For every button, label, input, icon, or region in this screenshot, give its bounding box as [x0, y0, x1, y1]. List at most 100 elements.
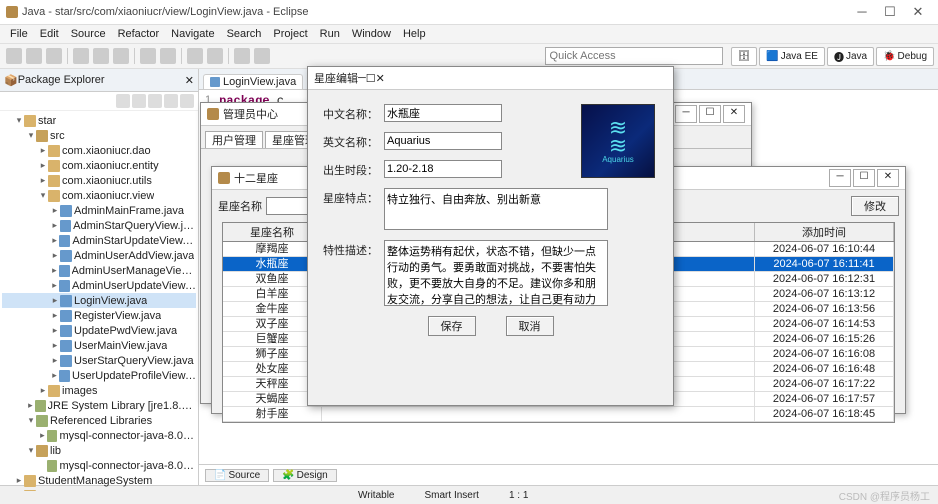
menu-project[interactable]: Project	[267, 28, 313, 40]
tree-node[interactable]: ▸UserUpdateProfileView.java	[2, 368, 196, 383]
window-controls: ─ ☐ ✕	[848, 4, 932, 20]
java-icon	[207, 108, 219, 120]
maximize-button[interactable]: ☐	[876, 4, 904, 20]
sign-image: ≋ ≋ Aquarius	[581, 104, 655, 178]
signs-close-button[interactable]: ✕	[877, 169, 899, 187]
collapse-icon[interactable]	[116, 94, 130, 108]
menu-help[interactable]: Help	[397, 28, 432, 40]
tree-node[interactable]: ▾com.xiaoniucr.view	[2, 188, 196, 203]
dlg-min-button[interactable]: ─	[358, 72, 366, 84]
link-icon[interactable]	[132, 94, 146, 108]
tree-node[interactable]: ▸UserMainView.java	[2, 338, 196, 353]
new-package-icon[interactable]	[140, 48, 156, 64]
tree-node[interactable]: ▾src	[2, 128, 196, 143]
menu-edit[interactable]: Edit	[34, 28, 65, 40]
tree-node[interactable]: ▸com.xiaoniucr.dao	[2, 143, 196, 158]
dlg-max-button[interactable]: ☐	[366, 72, 376, 85]
lbl-cn: 中文名称：	[322, 104, 384, 122]
nav-fwd-icon[interactable]	[254, 48, 270, 64]
tree-node[interactable]: ▸com.xiaoniucr.utils	[2, 173, 196, 188]
search-icon[interactable]	[207, 48, 223, 64]
view-menu-icon[interactable]	[148, 94, 162, 108]
tree-node[interactable]: mysql-connector-java-8.0.25.jar	[2, 458, 196, 473]
tree-node[interactable]: ▸LoginView.java	[2, 293, 196, 308]
tree-node[interactable]: ▸RegisterView.java	[2, 308, 196, 323]
table-row[interactable]: 射手座2024-06-07 16:18:45	[223, 407, 894, 422]
menu-search[interactable]: Search	[221, 28, 268, 40]
watermark: CSDN @程序员杨工	[839, 488, 930, 503]
menu-run[interactable]: Run	[314, 28, 346, 40]
menu-navigate[interactable]: Navigate	[165, 28, 220, 40]
tree-node[interactable]: ▸AdminStarQueryView.java	[2, 218, 196, 233]
input-trait[interactable]	[384, 188, 608, 230]
admin-min-button[interactable]: ─	[675, 105, 697, 123]
tree-node[interactable]: ▸UserStarQueryView.java	[2, 353, 196, 368]
menu-source[interactable]: Source	[65, 28, 112, 40]
minimize-button[interactable]: ─	[848, 4, 876, 20]
view-close-icon[interactable]: ✕	[185, 74, 194, 87]
admin-max-button[interactable]: ☐	[699, 105, 721, 123]
tree-node[interactable]: ▸AdminUserAddView.java	[2, 248, 196, 263]
signs-min-button[interactable]: ─	[829, 169, 851, 187]
lbl-trait: 星座特点：	[322, 188, 384, 206]
save-icon[interactable]	[26, 48, 42, 64]
lbl-en: 英文名称：	[322, 132, 384, 150]
star-edit-dialog: 星座编辑 ─ ☐ ✕ ≋ ≋ Aquarius 中文名称： 英文名称： 出生时段…	[307, 66, 674, 406]
tree-node[interactable]: ▸mysql-connector-java-8.0.25.jar	[2, 428, 196, 443]
tab-user-manage[interactable]: 用户管理	[205, 131, 263, 148]
cancel-button[interactable]: 取消	[506, 316, 554, 336]
signs-max-button[interactable]: ☐	[853, 169, 875, 187]
open-perspective-button[interactable]: 🗄	[731, 47, 758, 66]
menubar: File Edit Source Refactor Navigate Searc…	[0, 25, 938, 44]
tree-node[interactable]: ▸AdminStarUpdateView.java	[2, 233, 196, 248]
tree-node[interactable]: ▾Referenced Libraries	[2, 413, 196, 428]
window-titlebar: Java - star/src/com/xiaoniucr/view/Login…	[0, 0, 938, 25]
tree-node[interactable]: ▸UpdatePwdView.java	[2, 323, 196, 338]
menu-refactor[interactable]: Refactor	[112, 28, 166, 40]
tree-node[interactable]: ▸AdminUserUpdateView.java	[2, 278, 196, 293]
tree-node[interactable]: ▾star	[2, 113, 196, 128]
close-button[interactable]: ✕	[904, 4, 932, 20]
runlast-icon[interactable]	[113, 48, 129, 64]
run-icon[interactable]	[93, 48, 109, 64]
writable-status: Writable	[358, 490, 395, 501]
tree-node[interactable]: ▸studentUnion	[2, 488, 196, 491]
editor-tab[interactable]: LoginView.java	[203, 74, 303, 89]
perspective-java[interactable]: 🅙 Java	[827, 47, 874, 66]
open-type-icon[interactable]	[187, 48, 203, 64]
new-icon[interactable]	[6, 48, 22, 64]
input-period[interactable]	[384, 160, 502, 178]
dialog-title: 星座编辑	[314, 70, 358, 86]
tree-node[interactable]: ▸com.xiaoniucr.entity	[2, 158, 196, 173]
menu-file[interactable]: File	[4, 28, 34, 40]
design-tab[interactable]: 🧩 Design	[273, 469, 337, 482]
saveall-icon[interactable]	[46, 48, 62, 64]
java-file-icon	[210, 77, 220, 87]
perspective-javaee[interactable]: 🟦 Java EE	[759, 47, 825, 66]
new-class-icon[interactable]	[160, 48, 176, 64]
input-en[interactable]	[384, 132, 502, 150]
nav-back-icon[interactable]	[234, 48, 250, 64]
tree-node[interactable]: ▾lib	[2, 443, 196, 458]
sign-image-caption: Aquarius	[602, 155, 634, 164]
admin-close-button[interactable]: ✕	[723, 105, 745, 123]
input-desc[interactable]	[384, 240, 608, 306]
perspective-debug[interactable]: 🐞 Debug	[876, 47, 934, 66]
tree-node[interactable]: ▸StudentManageSystem	[2, 473, 196, 488]
save-button[interactable]: 保存	[428, 316, 476, 336]
minimize-view-icon[interactable]	[164, 94, 178, 108]
input-cn[interactable]	[384, 104, 502, 122]
tree-node[interactable]: ▸images	[2, 383, 196, 398]
edit-button[interactable]: 修改	[851, 196, 899, 216]
package-explorer: 📦 Package Explorer ✕ ▾star▾src▸com.xiaon…	[0, 69, 199, 485]
tree-node[interactable]: ▸JRE System Library [jre1.8.0_191]	[2, 398, 196, 413]
quick-access-input[interactable]	[545, 47, 723, 65]
maximize-view-icon[interactable]	[180, 94, 194, 108]
source-tab[interactable]: 📄 Source	[205, 469, 269, 482]
dlg-close-button[interactable]: ✕	[376, 72, 385, 85]
tree-node[interactable]: ▸AdminMainFrame.java	[2, 203, 196, 218]
lbl-period: 出生时段：	[322, 160, 384, 178]
tree-node[interactable]: ▸AdminUserManageView.java	[2, 263, 196, 278]
menu-window[interactable]: Window	[346, 28, 397, 40]
debug-icon[interactable]	[73, 48, 89, 64]
